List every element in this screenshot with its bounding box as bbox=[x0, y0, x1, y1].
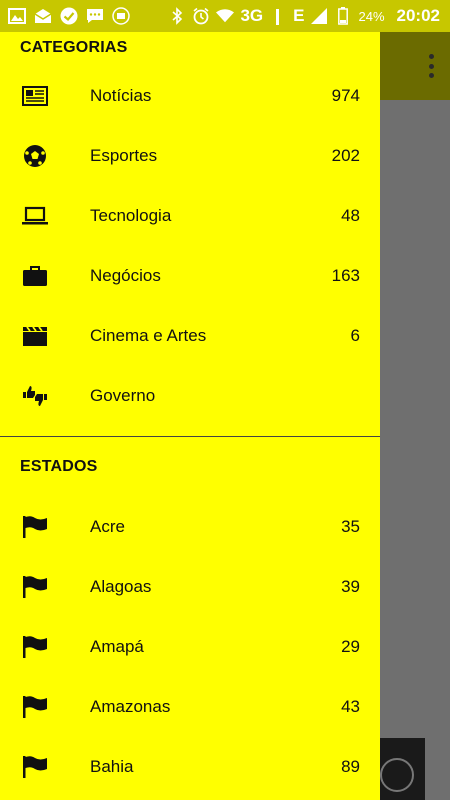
clapperboard-icon bbox=[22, 323, 48, 349]
ad-arrow-icon[interactable] bbox=[380, 758, 414, 792]
signal-bars-icon bbox=[269, 7, 287, 25]
mail-open-icon bbox=[34, 7, 52, 25]
check-circle-icon bbox=[60, 7, 78, 25]
state-item-bahia[interactable]: Bahia 89 bbox=[0, 737, 380, 797]
state-label: Alagoas bbox=[90, 577, 152, 596]
network-type-label: 3G bbox=[240, 6, 264, 25]
state-item-amapa[interactable]: Amapá 29 bbox=[0, 617, 380, 677]
category-item-governo[interactable]: Governo bbox=[0, 366, 380, 426]
battery-icon bbox=[334, 7, 352, 25]
flag-icon bbox=[22, 694, 48, 720]
category-label: Esportes bbox=[90, 146, 158, 165]
category-count: 974 bbox=[331, 86, 360, 105]
newspaper-icon bbox=[22, 83, 48, 109]
category-count: 163 bbox=[331, 266, 360, 285]
state-count: 35 bbox=[341, 517, 360, 536]
soccer-ball-icon bbox=[22, 143, 48, 169]
flag-icon bbox=[22, 514, 48, 540]
category-label: Notícias bbox=[90, 86, 152, 105]
category-count: 202 bbox=[331, 146, 360, 165]
laptop-icon bbox=[22, 203, 48, 229]
battery-percent-label: 24% bbox=[358, 8, 385, 24]
gallery-notification-icon bbox=[8, 7, 26, 25]
app-toolbar bbox=[380, 32, 450, 100]
status-bar: 3G E 24% 20:02 bbox=[0, 0, 450, 32]
state-label: Amazonas bbox=[90, 697, 171, 716]
thumbs-up-down-icon bbox=[22, 383, 48, 409]
category-item-noticias[interactable]: Notícias 974 bbox=[0, 66, 380, 126]
state-label: Acre bbox=[90, 517, 125, 536]
navigation-drawer: CATEGORIAS Notícias 974 Esportes 202 Tec… bbox=[0, 32, 380, 800]
flag-icon bbox=[22, 634, 48, 660]
categories-header: CATEGORIAS bbox=[20, 39, 128, 56]
clock-label: 20:02 bbox=[396, 6, 440, 25]
state-count: 89 bbox=[341, 757, 360, 776]
state-label: Bahia bbox=[90, 757, 134, 776]
category-item-tecnologia[interactable]: Tecnologia 48 bbox=[0, 186, 380, 246]
category-item-esportes[interactable]: Esportes 202 bbox=[0, 126, 380, 186]
state-count: 43 bbox=[341, 697, 360, 716]
briefcase-icon bbox=[22, 263, 48, 289]
states-header: ESTADOS bbox=[20, 458, 98, 475]
category-count: 6 bbox=[350, 326, 360, 345]
state-item-alagoas[interactable]: Alagoas 39 bbox=[0, 557, 380, 617]
overflow-menu-icon[interactable] bbox=[428, 54, 434, 78]
signal-letter-label: E bbox=[293, 6, 305, 25]
state-count: 29 bbox=[341, 637, 360, 656]
app-badge-icon bbox=[112, 7, 130, 25]
wifi-icon bbox=[216, 7, 235, 25]
state-count: 39 bbox=[341, 577, 360, 596]
ad-banner[interactable] bbox=[380, 738, 425, 800]
bluetooth-icon bbox=[168, 7, 186, 25]
category-label: Negócios bbox=[90, 266, 161, 285]
flag-icon bbox=[22, 754, 48, 780]
cell-signal-icon bbox=[310, 7, 328, 25]
category-item-cinema-e-artes[interactable]: Cinema e Artes 6 bbox=[0, 306, 380, 366]
state-label: Amapá bbox=[90, 637, 144, 656]
category-label: Governo bbox=[90, 386, 156, 405]
state-item-acre[interactable]: Acre 35 bbox=[0, 497, 380, 557]
alarm-icon bbox=[192, 7, 210, 25]
state-item-amazonas[interactable]: Amazonas 43 bbox=[0, 677, 380, 737]
category-label: Tecnologia bbox=[90, 206, 172, 225]
flag-icon bbox=[22, 574, 48, 600]
category-item-negocios[interactable]: Negócios 163 bbox=[0, 246, 380, 306]
chat-icon bbox=[86, 7, 104, 25]
category-label: Cinema e Artes bbox=[90, 326, 207, 345]
category-count: 48 bbox=[341, 206, 360, 225]
